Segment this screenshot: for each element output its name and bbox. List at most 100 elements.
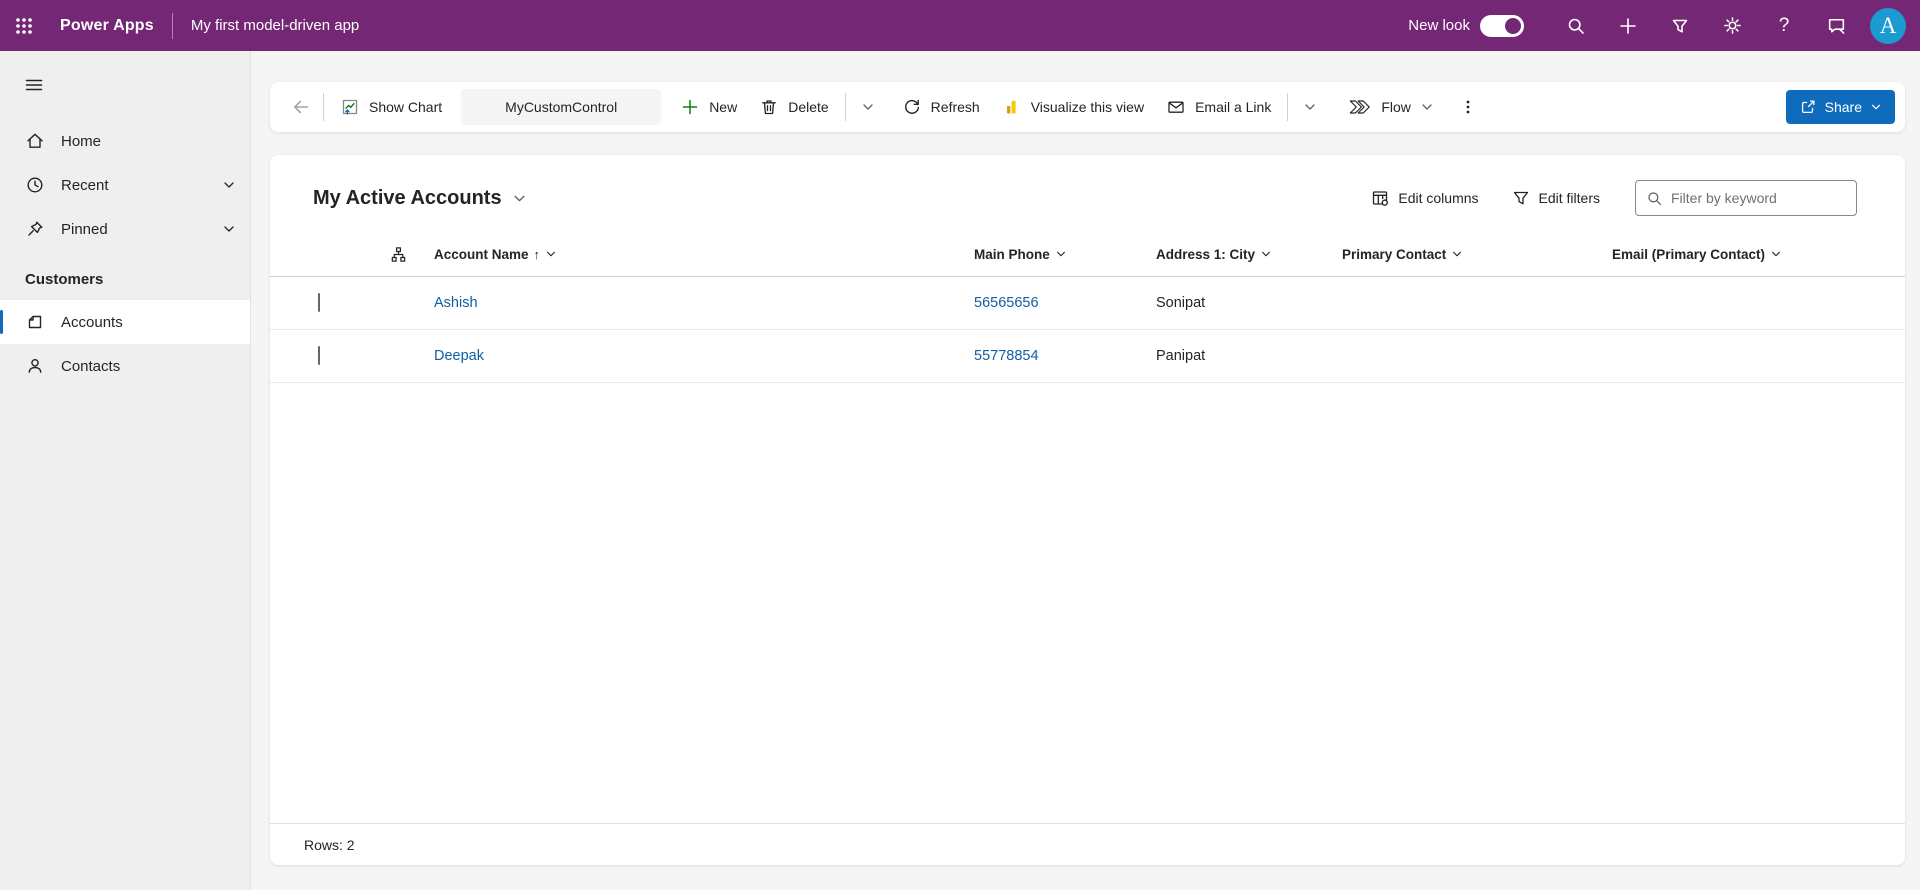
column-header-email-primary-contact[interactable]: Email (Primary Contact) [1600, 247, 1782, 262]
column-label: Email (Primary Contact) [1612, 247, 1765, 262]
help-icon: ? [1779, 15, 1790, 37]
sidebar-item-label: Home [61, 133, 101, 150]
row-checkbox[interactable] [318, 293, 320, 312]
sitemap-collapse-button[interactable] [12, 65, 56, 105]
email-link-label: Email a Link [1195, 99, 1271, 115]
hierarchy-icon [374, 245, 422, 264]
main-layout: Home Recent [0, 51, 1920, 890]
command-divider [323, 93, 324, 121]
sidebar-item-label: Accounts [61, 314, 123, 331]
delete-button[interactable]: Delete [748, 89, 839, 125]
back-button[interactable] [284, 89, 318, 125]
chevron-down-icon [1870, 101, 1882, 113]
view-title: My Active Accounts [313, 187, 502, 210]
column-label: Main Phone [974, 247, 1050, 262]
avatar[interactable]: A [1870, 8, 1906, 44]
app-title[interactable]: My first model-driven app [173, 17, 359, 34]
gear-icon [1722, 15, 1743, 36]
edit-filters-label: Edit filters [1539, 190, 1600, 206]
powerbi-chart-icon [1002, 97, 1022, 117]
show-chart-button[interactable]: Show Chart [329, 89, 453, 125]
add-button[interactable] [1606, 4, 1650, 48]
clock-icon [25, 175, 45, 195]
view-selector[interactable]: My Active Accounts [313, 187, 527, 210]
waffle-icon [14, 16, 34, 36]
view-tools: Edit columns Edit filters [1359, 180, 1857, 216]
email-link-button[interactable]: Email a Link [1155, 89, 1282, 125]
edit-filters-button[interactable]: Edit filters [1500, 181, 1611, 215]
filter-button[interactable] [1658, 4, 1702, 48]
sidebar-nav: Home Recent [0, 119, 250, 251]
top-header: Power Apps My first model-driven app New… [0, 0, 1920, 51]
chevron-down-icon [861, 100, 875, 114]
delete-overflow-button[interactable] [851, 89, 885, 125]
grid-empty-space [270, 383, 1905, 823]
new-label: New [709, 99, 737, 115]
sidebar-item-home[interactable]: Home [0, 119, 250, 163]
grid-header-row: Account Name ↑ Main Phone Address 1: Cit… [270, 233, 1905, 277]
table-row: Deepak 55778854 Panipat [270, 330, 1905, 383]
account-name-link[interactable]: Deepak [434, 348, 484, 364]
email-overflow-button[interactable] [1293, 89, 1327, 125]
settings-button[interactable] [1710, 4, 1754, 48]
header-actions: New look [1408, 4, 1906, 48]
app-name[interactable]: Power Apps [48, 17, 172, 35]
sidebar-item-accounts[interactable]: Accounts [0, 300, 250, 344]
command-bar: Show Chart MyCustomControl New [270, 82, 1905, 132]
table-row: Ashish 56565656 Sonipat [270, 277, 1905, 330]
row-checkbox[interactable] [318, 346, 320, 365]
main-phone-link[interactable]: 55778854 [974, 348, 1039, 364]
column-header-account-name[interactable]: Account Name ↑ [422, 247, 557, 262]
sidebar-item-contacts[interactable]: Contacts [0, 344, 250, 388]
new-look-label: New look [1408, 17, 1470, 34]
chevron-down-icon [1770, 248, 1782, 260]
refresh-button[interactable]: Refresh [891, 89, 991, 125]
my-custom-control-button[interactable]: MyCustomControl [461, 89, 661, 125]
refresh-label: Refresh [931, 99, 980, 115]
main-phone-link[interactable]: 56565656 [974, 295, 1039, 311]
flow-icon [1348, 97, 1372, 117]
search-icon [1566, 16, 1586, 36]
chevron-down-icon [545, 248, 557, 260]
view-card: My Active Accounts [270, 155, 1905, 865]
my-custom-control-label: MyCustomControl [505, 99, 617, 115]
help-button[interactable]: ? [1762, 4, 1806, 48]
waffle-menu-button[interactable] [0, 0, 48, 51]
sidebar-item-recent[interactable]: Recent [0, 163, 250, 207]
pin-icon [25, 219, 45, 239]
filter-keyword-input[interactable] [1671, 190, 1846, 206]
new-button[interactable]: New [669, 89, 748, 125]
column-header-address-city[interactable]: Address 1: City [1144, 247, 1272, 262]
toggle-on-icon [1480, 15, 1524, 37]
chevron-down-icon [1303, 100, 1317, 114]
flow-button[interactable]: Flow [1337, 89, 1445, 125]
new-look-toggle[interactable]: New look [1408, 15, 1524, 37]
search-button[interactable] [1554, 4, 1598, 48]
search-icon [1646, 190, 1663, 207]
feedback-button[interactable] [1814, 4, 1858, 48]
new-plus-icon [680, 97, 700, 117]
filter-icon [1670, 16, 1690, 36]
email-icon [1166, 97, 1186, 117]
delete-label: Delete [788, 99, 828, 115]
account-name-link[interactable]: Ashish [434, 295, 478, 311]
visualize-view-button[interactable]: Visualize this view [991, 89, 1155, 125]
view-header: My Active Accounts [270, 155, 1905, 233]
plus-icon [1618, 16, 1638, 36]
home-icon [25, 131, 45, 151]
hamburger-icon [24, 75, 44, 95]
edit-columns-button[interactable]: Edit columns [1359, 181, 1489, 215]
chevron-down-icon [222, 222, 236, 236]
chevron-down-icon [222, 178, 236, 192]
share-button[interactable]: Share [1786, 90, 1895, 124]
sort-ascending-icon: ↑ [534, 247, 541, 262]
column-header-primary-contact[interactable]: Primary Contact [1330, 247, 1463, 262]
column-label: Primary Contact [1342, 247, 1446, 262]
filter-keyword-box [1635, 180, 1857, 216]
sidebar-item-pinned[interactable]: Pinned [0, 207, 250, 251]
column-header-main-phone[interactable]: Main Phone [962, 247, 1067, 262]
more-commands-button[interactable] [1451, 89, 1485, 125]
show-chart-label: Show Chart [369, 99, 442, 115]
column-label: Address 1: City [1156, 247, 1255, 262]
chevron-down-icon [1055, 248, 1067, 260]
